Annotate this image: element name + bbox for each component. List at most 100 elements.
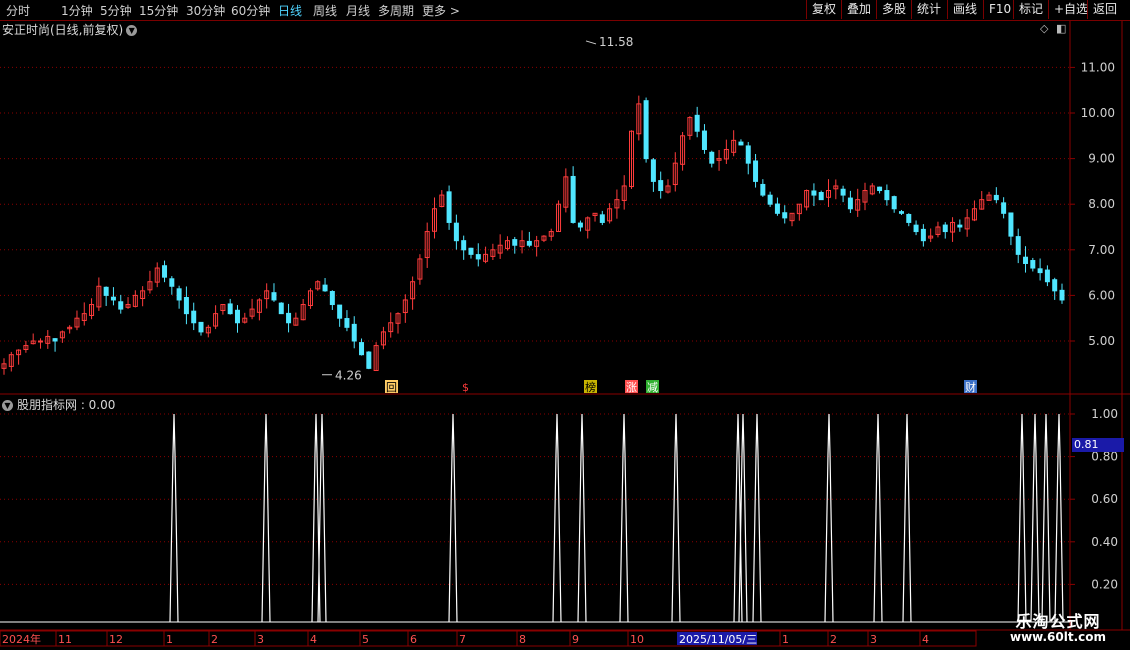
- period-tab-0[interactable]: 分时: [6, 2, 30, 19]
- indicator-tick-label: 0.60: [1091, 492, 1118, 506]
- date-tick-label: 11: [58, 633, 72, 646]
- toolbar-button-1[interactable]: 叠加: [841, 0, 876, 19]
- candle-body: [1059, 289, 1065, 301]
- date-tick-label: 4: [922, 633, 929, 646]
- indicator-current-value: 0.81: [1072, 438, 1124, 452]
- candle-body: [913, 224, 919, 233]
- candle-body: [1037, 268, 1043, 274]
- candle-body: [37, 340, 43, 343]
- candle-body: [446, 191, 452, 223]
- candle-body: [1023, 256, 1029, 264]
- price-tick-label: 10.00: [1081, 106, 1115, 120]
- period-tab-9[interactable]: 多周期: [378, 2, 414, 19]
- candle-body: [811, 190, 817, 196]
- diamond-icon[interactable]: ◇: [1040, 22, 1048, 35]
- candle-body: [658, 180, 664, 192]
- date-tick-label: 2: [830, 633, 837, 646]
- high-marker-arrow: [585, 40, 597, 45]
- candle-body: [271, 292, 277, 301]
- indicator-spike: [552, 413, 562, 623]
- period-tab-3[interactable]: 15分钟: [139, 2, 178, 19]
- date-tick-label: 1: [166, 633, 173, 646]
- toolbar-button-6[interactable]: 标记: [1013, 0, 1048, 19]
- candle-body: [475, 254, 481, 260]
- event-marker-4: 减: [647, 381, 658, 394]
- indicator-name-label: 股朋指标网 : 0.00: [17, 398, 116, 412]
- period-tab-6[interactable]: 日线: [278, 2, 302, 19]
- candle-body: [694, 114, 700, 132]
- period-tab-1[interactable]: 1分钟: [61, 2, 93, 19]
- indicator-spike: [619, 413, 629, 623]
- candle-body: [1001, 202, 1007, 214]
- period-toolbar: 分时 1分钟 5分钟 15分钟 30分钟 60分钟 日线 周线 月线 多周期 更多 > 复权 叠加 多股统…: [0, 0, 1130, 21]
- candle-body: [191, 310, 197, 324]
- candle-body: [877, 186, 883, 192]
- candle-body: [906, 213, 912, 223]
- date-tick-label: 7: [459, 633, 466, 646]
- indicator-tick-label: 0.20: [1091, 577, 1118, 591]
- toolbar-button-3[interactable]: 统计: [911, 0, 946, 19]
- candle-body: [322, 284, 328, 292]
- candle-body: [118, 301, 124, 310]
- date-tick-label: 5: [362, 633, 369, 646]
- candle-body: [1008, 212, 1014, 237]
- candle-body: [286, 312, 292, 324]
- date-tick-label: 2: [211, 633, 218, 646]
- chevron-down-icon[interactable]: ▼: [2, 400, 13, 411]
- period-tab-7[interactable]: 周线: [313, 2, 337, 19]
- indicator-tick-label: 1.00: [1091, 407, 1118, 421]
- candle-body: [891, 196, 897, 210]
- indicator-title[interactable]: ▼ 股朋指标网 : 0.00: [2, 396, 115, 413]
- stock-chart-canvas[interactable]: 11.0010.009.008.007.006.005.0011.584.26回…: [0, 0, 1130, 650]
- candle-body: [701, 130, 707, 150]
- watermark-url: www.60lt.com: [1009, 630, 1107, 644]
- period-tab-8[interactable]: 月线: [346, 2, 370, 19]
- candle-body: [1015, 236, 1021, 255]
- chart-title[interactable]: 安正时尚(日线,前复权) ▼: [2, 21, 138, 38]
- price-tick-label: 8.00: [1088, 197, 1115, 211]
- date-tick-label: 1: [782, 633, 789, 646]
- candle-body: [745, 145, 751, 164]
- event-marker-1: $: [462, 381, 469, 394]
- candle-body: [337, 304, 343, 319]
- period-tab-4[interactable]: 30分钟: [186, 2, 225, 19]
- candle-body: [278, 302, 284, 315]
- candle-body: [512, 239, 518, 246]
- date-tick-label: 2024年: [2, 632, 41, 646]
- indicator-spike: [577, 413, 587, 623]
- candle-body: [1052, 279, 1058, 292]
- toolbar-button-5[interactable]: F10: [983, 0, 1016, 19]
- candle-body: [52, 338, 58, 342]
- candle-body: [767, 194, 773, 205]
- candle-body: [643, 100, 649, 160]
- high-price-label: 11.58: [599, 35, 633, 49]
- date-tick-label: 12: [109, 633, 123, 646]
- date-tick-label: 8: [519, 633, 526, 646]
- candle-body: [782, 212, 788, 219]
- toolbar-button-2[interactable]: 多股: [876, 0, 911, 19]
- candle-body: [468, 247, 474, 255]
- period-tab-10[interactable]: 更多 >: [422, 2, 460, 19]
- indicator-spike: [1030, 413, 1040, 623]
- candle-body: [344, 318, 350, 328]
- candle-body: [942, 224, 948, 233]
- candle-body: [753, 160, 759, 182]
- candle-body: [920, 228, 926, 242]
- period-tab-5[interactable]: 60分钟: [231, 2, 270, 19]
- candle-body: [884, 190, 890, 201]
- toolbar-button-8[interactable]: 返回: [1087, 0, 1122, 19]
- toolbar-button-0[interactable]: 复权: [806, 0, 841, 19]
- event-marker-0: 回: [386, 381, 397, 394]
- stock-name-label: 安正时尚(日线,前复权): [2, 23, 124, 37]
- period-tab-2[interactable]: 5分钟: [100, 2, 132, 19]
- candle-body: [162, 265, 168, 278]
- indicator-spike: [1054, 413, 1064, 623]
- price-tick-label: 5.00: [1088, 334, 1115, 348]
- panel-toggle-icon[interactable]: ◧: [1056, 22, 1066, 35]
- toolbar-button-4[interactable]: 画线: [947, 0, 982, 19]
- indicator-spike: [671, 413, 681, 623]
- candle-body: [351, 323, 357, 342]
- chevron-down-icon[interactable]: ▼: [126, 25, 138, 36]
- current-date-label: 2025/11/05/三: [679, 633, 757, 646]
- candle-body: [570, 175, 576, 223]
